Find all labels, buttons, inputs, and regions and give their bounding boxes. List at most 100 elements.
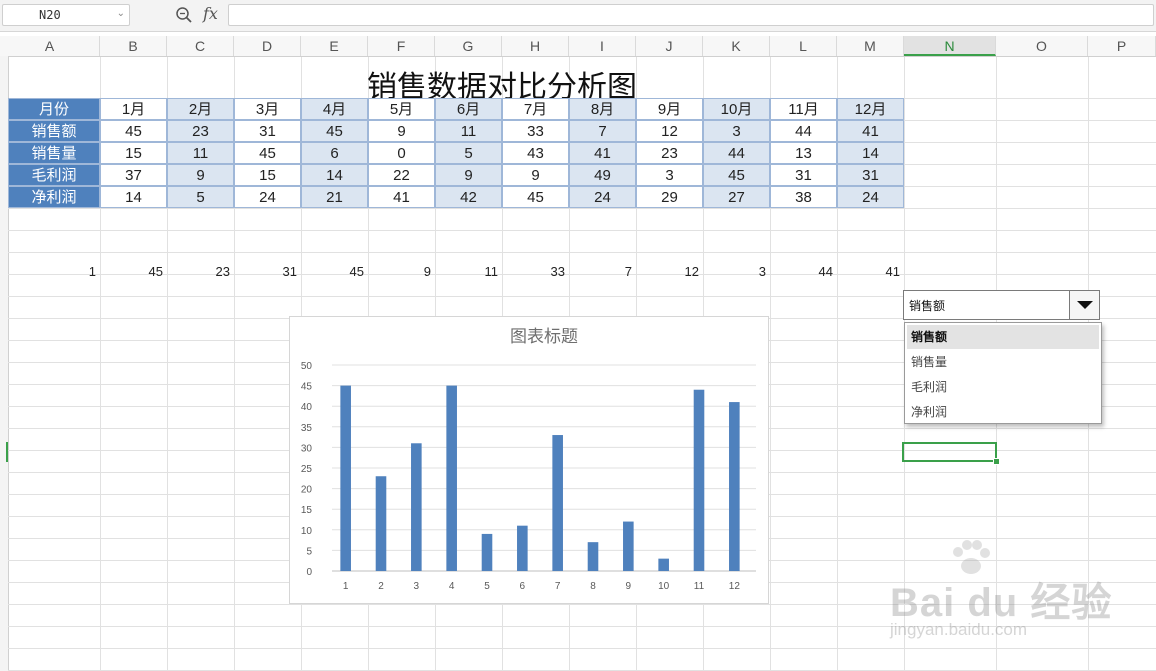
table-cell[interactable]: 11: [435, 120, 502, 142]
row-label-cell[interactable]: 销售量: [8, 142, 100, 164]
table-cell[interactable]: 9: [502, 164, 569, 186]
dropdown-option[interactable]: 销售额: [907, 325, 1099, 349]
bar[interactable]: [658, 558, 669, 571]
bar[interactable]: [340, 385, 351, 571]
helper-cell[interactable]: 12: [636, 263, 699, 281]
helper-cell[interactable]: 11: [435, 263, 499, 281]
table-cell[interactable]: 24: [234, 186, 301, 208]
month-header-cell[interactable]: 4月: [301, 98, 368, 120]
table-cell[interactable]: 31: [770, 164, 837, 186]
table-cell[interactable]: 22: [368, 164, 435, 186]
table-cell[interactable]: 41: [368, 186, 435, 208]
table-cell[interactable]: 23: [636, 142, 703, 164]
helper-cell[interactable]: 3: [703, 263, 766, 281]
table-cell[interactable]: 31: [234, 120, 301, 142]
table-cell[interactable]: 13: [770, 142, 837, 164]
helper-cell[interactable]: 9: [368, 263, 431, 281]
table-cell[interactable]: 43: [502, 142, 569, 164]
table-cell[interactable]: 9: [167, 164, 234, 186]
table-cell[interactable]: 15: [100, 142, 167, 164]
month-header-cell[interactable]: 11月: [770, 98, 837, 120]
table-cell[interactable]: 44: [703, 142, 770, 164]
month-header-cell[interactable]: 12月: [837, 98, 904, 120]
helper-cell[interactable]: 41: [837, 263, 900, 281]
helper-cell[interactable]: 23: [167, 263, 230, 281]
row-label-cell[interactable]: 毛利润: [8, 164, 100, 186]
table-cell[interactable]: 44: [770, 120, 837, 142]
bar[interactable]: [552, 435, 563, 571]
bar[interactable]: [693, 389, 705, 571]
month-header-cell[interactable]: 9月: [636, 98, 703, 120]
table-cell[interactable]: 45: [100, 120, 167, 142]
table-cell[interactable]: 31: [837, 164, 904, 186]
month-header-cell[interactable]: 10月: [703, 98, 770, 120]
month-header-cell[interactable]: 3月: [234, 98, 301, 120]
table-cell[interactable]: 5: [167, 186, 234, 208]
bar[interactable]: [587, 542, 599, 571]
table-cell[interactable]: 45: [703, 164, 770, 186]
helper-cell[interactable]: 45: [100, 263, 163, 281]
table-cell[interactable]: 6: [301, 142, 368, 164]
fill-handle[interactable]: [993, 458, 1000, 465]
helper-cell[interactable]: 44: [770, 263, 833, 281]
month-header-cell[interactable]: 1月: [100, 98, 167, 120]
table-cell[interactable]: 41: [837, 120, 904, 142]
bar[interactable]: [375, 476, 387, 571]
table-cell[interactable]: 45: [502, 186, 569, 208]
bar[interactable]: [623, 521, 634, 571]
table-cell[interactable]: 49: [569, 164, 636, 186]
table-cell[interactable]: 45: [234, 142, 301, 164]
table-cell[interactable]: 42: [435, 186, 502, 208]
table-cell[interactable]: 24: [837, 186, 904, 208]
table-cell[interactable]: 12: [636, 120, 703, 142]
dropdown-button[interactable]: [1069, 291, 1099, 319]
helper-cell[interactable]: 33: [502, 263, 565, 281]
bar[interactable]: [517, 525, 528, 571]
table-header-cell[interactable]: 月份: [8, 98, 100, 120]
dropdown-option[interactable]: 销售量: [907, 350, 1099, 374]
table-cell[interactable]: 14: [301, 164, 368, 186]
table-cell[interactable]: 3: [703, 120, 770, 142]
month-header-cell[interactable]: 5月: [368, 98, 435, 120]
month-header-cell[interactable]: 7月: [502, 98, 569, 120]
table-cell[interactable]: 7: [569, 120, 636, 142]
chart-title[interactable]: 图表标题: [510, 327, 578, 347]
table-cell[interactable]: 27: [703, 186, 770, 208]
row-label-cell[interactable]: 净利润: [8, 186, 100, 208]
helper-cell[interactable]: 45: [301, 263, 364, 281]
dropdown-option[interactable]: 净利润: [907, 400, 1099, 424]
table-cell[interactable]: 15: [234, 164, 301, 186]
table-cell[interactable]: 11: [167, 142, 234, 164]
active-cell-n20[interactable]: [902, 442, 997, 462]
month-header-cell[interactable]: 6月: [435, 98, 502, 120]
dropdown-option[interactable]: 毛利润: [907, 375, 1099, 399]
bar[interactable]: [481, 533, 493, 571]
table-cell[interactable]: 41: [569, 142, 636, 164]
row-label-cell[interactable]: 销售额: [8, 120, 100, 142]
table-cell[interactable]: 33: [502, 120, 569, 142]
series-dropdown[interactable]: 销售额: [903, 290, 1100, 320]
table-cell[interactable]: 0: [368, 142, 435, 164]
table-cell[interactable]: 5: [435, 142, 502, 164]
table-cell[interactable]: 14: [100, 186, 167, 208]
table-cell[interactable]: 38: [770, 186, 837, 208]
table-cell[interactable]: 21: [301, 186, 368, 208]
table-cell[interactable]: 29: [636, 186, 703, 208]
helper-cell[interactable]: 7: [569, 263, 632, 281]
bar-chart[interactable]: 图表标题 0 5 10 15 20 25 30 35 40 45 50 1 2 3 4 5 6 7 8 9 10 11 12: [289, 316, 769, 604]
table-cell[interactable]: 3: [636, 164, 703, 186]
table-cell[interactable]: 23: [167, 120, 234, 142]
table-cell[interactable]: 9: [435, 164, 502, 186]
month-header-cell[interactable]: 2月: [167, 98, 234, 120]
helper-cell[interactable]: 1: [0, 263, 96, 281]
helper-cell[interactable]: 31: [234, 263, 297, 281]
table-cell[interactable]: 24: [569, 186, 636, 208]
month-header-cell[interactable]: 8月: [569, 98, 636, 120]
table-cell[interactable]: 9: [368, 120, 435, 142]
table-cell[interactable]: 14: [837, 142, 904, 164]
bar[interactable]: [729, 402, 740, 571]
bar[interactable]: [446, 385, 457, 571]
table-cell[interactable]: 45: [301, 120, 368, 142]
bar[interactable]: [411, 443, 422, 571]
table-cell[interactable]: 37: [100, 164, 167, 186]
